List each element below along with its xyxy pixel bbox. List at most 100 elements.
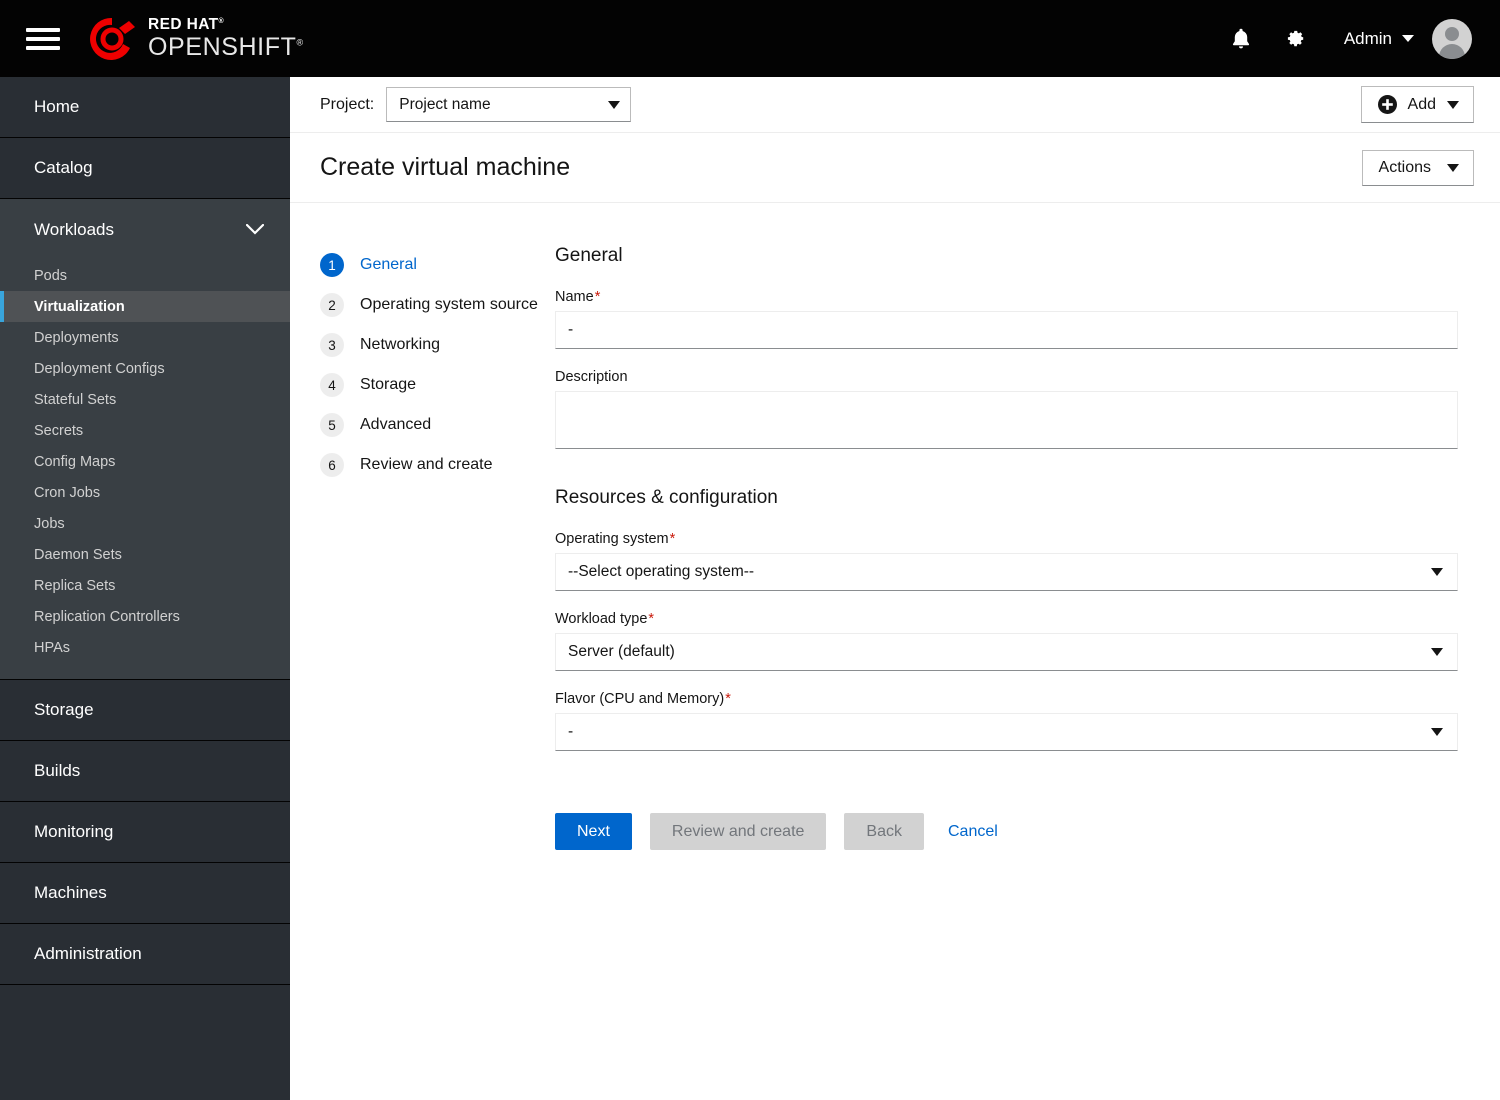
wizard-step-advanced[interactable]: 5 Advanced — [320, 405, 555, 445]
flavor-label-text: Flavor (CPU and Memory) — [555, 691, 725, 707]
workload-type-label-text: Workload type — [555, 611, 648, 627]
resources-section-title: Resources & configuration — [555, 487, 778, 508]
wizard-step-networking[interactable]: 3 Networking — [320, 325, 555, 365]
brand-text: RED HAT® OPENSHIFT® — [148, 17, 304, 60]
sidebar-section-header-workloads[interactable]: Workloads — [0, 199, 290, 260]
create-vm-wizard: 1 General 2 Operating system source 3 Ne… — [290, 203, 1500, 850]
sidebar-item-catalog[interactable]: Catalog — [0, 138, 290, 199]
name-label: Name* — [555, 289, 1458, 305]
hamburger-icon[interactable] — [26, 24, 60, 54]
operating-system-select[interactable]: --Select operating system-- — [555, 553, 1458, 591]
chevron-down-icon — [245, 220, 265, 240]
description-textarea[interactable] — [555, 391, 1458, 449]
user-menu[interactable]: Admin — [1344, 29, 1414, 49]
sidebar-item-pods[interactable]: Pods — [0, 260, 290, 291]
flavor-select[interactable]: - — [555, 713, 1458, 751]
workload-type-field-group: Workload type* Server (default) — [555, 611, 1458, 671]
project-selected-value: Project name — [399, 95, 491, 113]
sidebar-item-secrets[interactable]: Secrets — [0, 415, 290, 446]
sidebar-item-cron-jobs[interactable]: Cron Jobs — [0, 477, 290, 508]
cancel-button[interactable]: Cancel — [942, 813, 1004, 850]
sidebar-item-virtualization[interactable]: Virtualization — [0, 291, 290, 322]
sidebar-item-home[interactable]: Home — [0, 77, 290, 138]
name-field-group: Name* - — [555, 289, 1458, 349]
sidebar-item-label: Stateful Sets — [34, 391, 117, 408]
sidebar-item-deployments[interactable]: Deployments — [0, 322, 290, 353]
name-input-value: - — [568, 321, 574, 338]
workload-type-select[interactable]: Server (default) — [555, 633, 1458, 671]
sidebar-item-monitoring[interactable]: Monitoring — [0, 802, 290, 863]
sidebar-item-builds[interactable]: Builds — [0, 741, 290, 802]
sidebar-item-deployment-configs[interactable]: Deployment Configs — [0, 353, 290, 384]
sidebar-item-stateful-sets[interactable]: Stateful Sets — [0, 384, 290, 415]
sidebar-item-label: Replication Controllers — [34, 608, 180, 625]
avatar[interactable] — [1432, 18, 1472, 59]
sidebar-item-label: Config Maps — [34, 453, 116, 470]
red-hat-logo-icon — [90, 17, 135, 60]
sidebar-item-label: Monitoring — [34, 822, 114, 841]
sidebar-subitems-workloads: Pods Virtualization Deployments Deployme… — [0, 260, 290, 679]
flavor-field-group: Flavor (CPU and Memory)* - — [555, 691, 1458, 751]
operating-system-label: Operating system* — [555, 531, 1458, 547]
sidebar-item-label: Machines — [34, 883, 107, 902]
caret-down-icon — [1431, 568, 1443, 576]
operating-system-field-group: Operating system* --Select operating sys… — [555, 531, 1458, 591]
next-button[interactable]: Next — [555, 813, 632, 850]
project-selector[interactable]: Project name — [386, 87, 632, 122]
step-label: General — [360, 256, 417, 273]
back-button[interactable]: Back — [844, 813, 924, 850]
add-button[interactable]: Add — [1360, 86, 1474, 123]
sidebar-item-replica-sets[interactable]: Replica Sets — [0, 570, 290, 601]
required-asterisk: * — [648, 611, 655, 627]
chevron-down-icon — [1402, 35, 1414, 42]
sidebar-item-hpas[interactable]: HPAs — [0, 632, 290, 663]
actions-button[interactable]: Actions — [1361, 149, 1474, 186]
sidebar-item-config-maps[interactable]: Config Maps — [0, 446, 290, 477]
user-name-label: Admin — [1343, 28, 1392, 48]
step-number: 3 — [320, 333, 344, 357]
caret-down-icon — [1431, 728, 1443, 736]
required-asterisk: * — [725, 691, 731, 707]
project-label: Project: — [320, 95, 375, 113]
step-label: Operating system source — [360, 296, 538, 313]
review-and-create-button[interactable]: Review and create — [649, 813, 827, 850]
brand-logo[interactable]: RED HAT® OPENSHIFT® — [85, 13, 304, 65]
operating-system-selected-value: --Select operating system-- — [568, 563, 755, 580]
step-number: 4 — [320, 373, 344, 397]
caret-down-icon — [1431, 648, 1443, 656]
sidebar-item-machines[interactable]: Machines — [0, 863, 290, 924]
sidebar-item-administration[interactable]: Administration — [0, 924, 290, 985]
sidebar-item-replication-controllers[interactable]: Replication Controllers — [0, 601, 290, 632]
step-label: Storage — [360, 376, 417, 393]
wizard-step-general[interactable]: 1 General — [320, 245, 555, 285]
sidebar-item-storage[interactable]: Storage — [0, 680, 290, 741]
caret-down-icon — [608, 100, 621, 109]
wizard-step-storage[interactable]: 4 Storage — [320, 365, 555, 405]
wizard-step-review-and-create[interactable]: 6 Review and create — [320, 445, 555, 485]
caret-down-icon — [1447, 100, 1459, 109]
wizard-button-row: Next Review and create Back Cancel — [555, 813, 1458, 850]
step-number: 5 — [320, 413, 344, 437]
avatar-body-shape — [1439, 43, 1465, 59]
name-input[interactable]: - — [555, 311, 1458, 349]
sidebar-item-jobs[interactable]: Jobs — [0, 508, 290, 539]
page-header: Create virtual machine Actions — [290, 133, 1500, 203]
step-label: Review and create — [360, 456, 493, 473]
sidebar-item-label: Storage — [34, 700, 94, 719]
main-content: Project: Project name Add Create virtual… — [290, 77, 1500, 1100]
gear-icon[interactable] — [1268, 12, 1322, 66]
masthead: RED HAT® OPENSHIFT® Admin — [0, 0, 1500, 77]
sidebar-item-label: Virtualization — [34, 298, 125, 315]
workload-type-label: Workload type* — [555, 611, 1458, 627]
sidebar-item-label: Deployment Configs — [34, 360, 165, 377]
sidebar-section-label: Workloads — [34, 219, 114, 239]
wizard-step-operating-system-source[interactable]: 2 Operating system source — [320, 285, 555, 325]
description-field-group: Description — [555, 369, 1458, 449]
sidebar-item-label: Cron Jobs — [34, 484, 101, 501]
sidebar-item-label: Home — [34, 97, 80, 116]
sidebar-item-daemon-sets[interactable]: Daemon Sets — [0, 539, 290, 570]
bell-icon[interactable] — [1214, 12, 1268, 66]
sidebar-empty-space — [0, 985, 290, 1100]
avatar-head-shape — [1445, 26, 1459, 41]
operating-system-label-text: Operating system — [555, 531, 669, 547]
